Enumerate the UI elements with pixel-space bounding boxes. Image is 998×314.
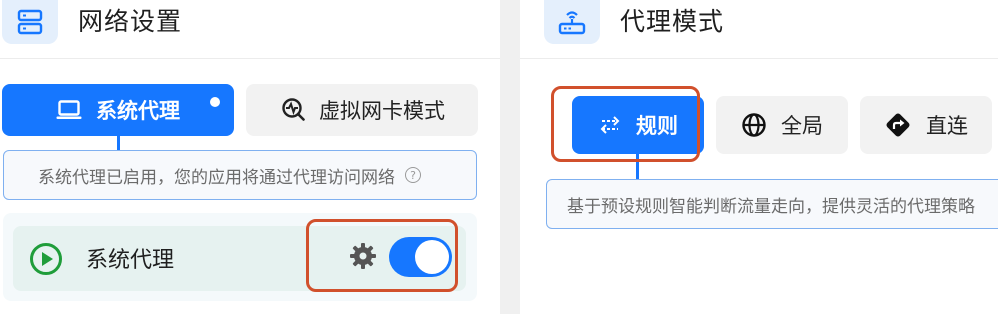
mode-label: 规则 — [636, 114, 678, 138]
rule-mode-button[interactable]: 规则 — [572, 96, 704, 154]
play-circle-icon — [30, 243, 62, 275]
network-settings-panel: 网络设置 系统代理 虚拟网卡模式 系统代理已启用，您的应用将通过代理访问网络 ?… — [0, 0, 500, 314]
global-mode-button[interactable]: 全局 — [716, 96, 848, 154]
description-text: 基于预设规则智能判断流量走向，提供灵活的代理策略 — [567, 196, 975, 217]
connector-line — [636, 154, 639, 179]
system-proxy-toggle[interactable] — [389, 237, 452, 277]
panel-title: 代理模式 — [620, 7, 725, 36]
system-proxy-mode-button[interactable]: 系统代理 — [2, 84, 234, 136]
divider — [520, 58, 998, 59]
toggle-knob — [415, 240, 449, 274]
search-wave-icon — [282, 98, 305, 121]
direction-arrow-icon — [886, 113, 910, 137]
arrows-swap-icon — [600, 116, 620, 134]
mode-label: 系统代理 — [96, 99, 180, 123]
divider — [0, 58, 500, 59]
proxy-mode-panel: 代理模式 规则 全局 直连 基于预设规则智能判断流量走向，提供灵活的代理策略 — [520, 0, 998, 314]
mode-label: 虚拟网卡模式 — [319, 99, 445, 123]
mode-description: 基于预设规则智能判断流量走向，提供灵活的代理策略 — [546, 179, 998, 229]
system-proxy-label: 系统代理 — [86, 248, 175, 273]
mode-description: 系统代理已启用，您的应用将通过代理访问网络 ? — [3, 150, 477, 200]
connector-line — [117, 136, 120, 150]
mode-label: 全局 — [781, 114, 823, 138]
gear-icon[interactable] — [349, 242, 377, 270]
active-dot — [210, 97, 220, 107]
description-text: 系统代理已启用，您的应用将通过代理访问网络 — [38, 167, 395, 188]
server-icon — [2, 0, 58, 44]
help-icon[interactable]: ? — [405, 167, 421, 183]
page-title: 网络设置 — [78, 7, 183, 36]
laptop-icon — [56, 100, 82, 119]
router-icon — [544, 0, 600, 44]
virtual-nic-mode-button[interactable]: 虚拟网卡模式 — [246, 84, 478, 136]
direct-mode-button[interactable]: 直连 — [860, 96, 992, 154]
panel-divider — [500, 0, 520, 314]
mode-label: 直连 — [926, 114, 968, 138]
globe-icon — [742, 113, 766, 137]
